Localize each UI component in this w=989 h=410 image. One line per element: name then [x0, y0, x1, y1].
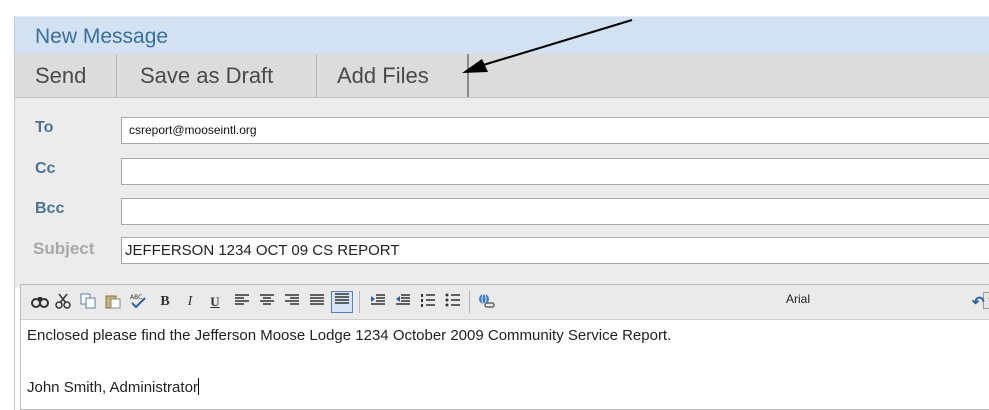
- to-label: To: [35, 119, 54, 136]
- add-files-button[interactable]: Add Files: [317, 54, 469, 97]
- outdent-icon[interactable]: [369, 293, 387, 311]
- compose-toolbar: Send Save as Draft Add Files: [15, 54, 989, 98]
- address-fields: To csreport@mooseintl.org Cc Bcc Subject…: [15, 98, 989, 288]
- bcc-label: Bcc: [35, 200, 65, 217]
- title-bar: New Message: [15, 16, 989, 55]
- indent-icon[interactable]: [394, 293, 412, 311]
- undo-icon[interactable]: ↶: [972, 293, 985, 311]
- editor-toolbar: ABC B I U Arial ↶: [21, 285, 989, 320]
- italic-icon[interactable]: I: [181, 293, 199, 311]
- subject-label: Subject: [33, 239, 95, 258]
- align-center-icon[interactable]: [258, 293, 276, 311]
- bulleted-list-icon[interactable]: [444, 293, 462, 311]
- spellcheck-icon[interactable]: ABC: [129, 293, 147, 311]
- message-editor: ABC B I U Arial ↶ Enclosed please find t…: [20, 284, 989, 410]
- bcc-field[interactable]: [121, 198, 989, 225]
- numbered-list-icon[interactable]: [419, 293, 437, 311]
- message-body-line[interactable]: Enclosed please find the Jefferson Moose…: [27, 327, 671, 344]
- save-as-draft-button[interactable]: Save as Draft: [117, 54, 317, 97]
- cc-label: Cc: [35, 160, 56, 177]
- toolbar-separator: [359, 291, 360, 313]
- link-icon[interactable]: [477, 293, 495, 311]
- underline-icon[interactable]: U: [206, 293, 224, 311]
- toolbar-separator: [469, 291, 470, 313]
- svg-text:ABC: ABC: [130, 294, 142, 301]
- align-right-icon[interactable]: [283, 293, 301, 311]
- compose-window: New Message Send Save as Draft Add Files…: [14, 16, 989, 410]
- cut-icon[interactable]: [54, 293, 72, 311]
- bold-icon[interactable]: B: [156, 293, 174, 311]
- subject-field[interactable]: JEFFERSON 1234 OCT 09 CS REPORT: [121, 237, 989, 264]
- send-button[interactable]: Send: [15, 54, 117, 97]
- font-family-select[interactable]: Arial ▼: [786, 290, 989, 312]
- cc-field[interactable]: [121, 158, 989, 185]
- font-family-value: Arial: [786, 292, 811, 306]
- to-field[interactable]: csreport@mooseintl.org: [121, 117, 989, 144]
- find-icon[interactable]: [31, 293, 49, 311]
- align-left-icon[interactable]: [233, 293, 251, 311]
- copy-icon[interactable]: [79, 293, 97, 311]
- window-title: New Message: [35, 25, 169, 48]
- message-body-signature[interactable]: John Smith, Administrator: [27, 378, 199, 396]
- justify-icon[interactable]: [308, 293, 326, 311]
- paste-icon[interactable]: [104, 293, 122, 311]
- text-cursor: [197, 378, 199, 395]
- justify-full-icon[interactable]: [331, 291, 353, 313]
- signature-text: John Smith, Administrator: [27, 379, 198, 396]
